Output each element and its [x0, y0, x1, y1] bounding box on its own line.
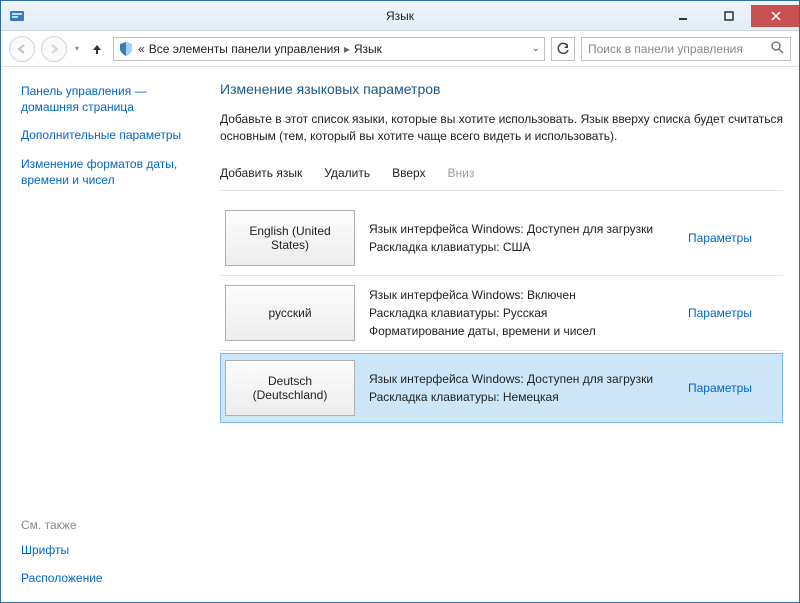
minimize-button[interactable]: [659, 5, 705, 27]
language-params-cell: Параметры: [688, 360, 778, 416]
sidebar-link-advanced[interactable]: Дополнительные параметры: [21, 127, 202, 143]
breadcrumb-item[interactable]: Язык: [354, 42, 382, 56]
language-tile[interactable]: русский: [225, 285, 355, 341]
titlebar: Язык: [1, 1, 799, 31]
language-detail-line: Раскладка клавиатуры: Немецкая: [369, 388, 688, 406]
language-list: English (United States)Язык интерфейса W…: [220, 203, 783, 423]
language-detail-line: Язык интерфейса Windows: Включен: [369, 286, 688, 304]
shield-icon: [118, 41, 134, 57]
page-description: Добавьте в этот список языки, которые вы…: [220, 111, 783, 146]
search-icon: [771, 41, 784, 57]
sidebar-link-formats[interactable]: Изменение форматов даты, времени и чисел: [21, 156, 202, 188]
language-tile[interactable]: English (United States): [225, 210, 355, 266]
up-button[interactable]: [87, 39, 107, 59]
see-also-label: См. также: [21, 518, 202, 532]
move-down-button[interactable]: Вниз: [448, 166, 475, 180]
language-row[interactable]: English (United States) Язык интерфейса W…: [220, 203, 783, 273]
search-placeholder: Поиск в панели управления: [588, 42, 771, 56]
close-button[interactable]: [751, 5, 799, 27]
body: Панель управления — домашняя страница До…: [1, 67, 799, 602]
search-input[interactable]: Поиск в панели управления: [581, 37, 791, 61]
language-detail-line: Форматирование даты, времени и чисел: [369, 322, 688, 340]
chevron-right-icon: ▸: [340, 42, 354, 56]
breadcrumb-prefix: «: [138, 42, 145, 56]
nav-toolbar: ▾ « Все элементы панели управления ▸ Язы…: [1, 31, 799, 67]
refresh-icon: [556, 42, 570, 56]
window-buttons: [659, 5, 799, 27]
language-details: Язык интерфейса Windows: ВключенРаскладк…: [369, 285, 688, 341]
language-detail-line: Раскладка клавиатуры: Русская: [369, 304, 688, 322]
language-params-link[interactable]: Параметры: [688, 306, 752, 320]
control-panel-icon: [9, 8, 25, 24]
language-params-link[interactable]: Параметры: [688, 381, 752, 395]
arrow-left-icon: [16, 43, 28, 55]
sidebar: Панель управления — домашняя страница До…: [1, 67, 216, 602]
main-content: Изменение языковых параметров Добавьте в…: [216, 67, 799, 602]
maximize-button[interactable]: [705, 5, 751, 27]
arrow-right-icon: [48, 43, 60, 55]
address-dropdown-icon[interactable]: ⌄: [532, 43, 540, 54]
window: Язык ▾ « Все элементы пан: [0, 0, 800, 603]
language-detail-line: Раскладка клавиатуры: США: [369, 238, 688, 256]
language-row[interactable]: Deutsch (Deutschland) Язык интерфейса Win…: [220, 353, 783, 423]
remove-language-button[interactable]: Удалить: [324, 166, 370, 180]
arrow-up-icon: [90, 42, 104, 56]
close-icon: [771, 11, 781, 21]
sidebar-also-location[interactable]: Расположение: [21, 570, 202, 586]
language-row[interactable]: русскийЯзык интерфейса Windows: ВключенР…: [220, 278, 783, 348]
address-bar[interactable]: « Все элементы панели управления ▸ Язык …: [113, 37, 545, 61]
language-details: Язык интерфейса Windows: Доступен для за…: [369, 210, 688, 266]
language-params-cell: Параметры: [688, 285, 778, 341]
language-details: Язык интерфейса Windows: Доступен для за…: [369, 360, 688, 416]
language-params-link[interactable]: Параметры: [688, 231, 752, 245]
page-heading: Изменение языковых параметров: [220, 81, 783, 97]
window-title: Язык: [386, 9, 414, 23]
minimize-icon: [678, 11, 688, 21]
history-dropdown[interactable]: ▾: [73, 44, 81, 53]
row-divider: [220, 350, 783, 351]
add-language-button[interactable]: Добавить язык: [220, 166, 302, 180]
language-detail-line: Язык интерфейса Windows: Доступен для за…: [369, 220, 688, 238]
sidebar-link-home[interactable]: Панель управления — домашняя страница: [21, 83, 202, 115]
breadcrumb-item[interactable]: Все элементы панели управления: [149, 42, 340, 56]
sidebar-also-fonts[interactable]: Шрифты: [21, 542, 202, 558]
row-divider: [220, 275, 783, 276]
forward-button[interactable]: [41, 36, 67, 62]
move-up-button[interactable]: Вверх: [392, 166, 425, 180]
language-params-cell: Параметры: [688, 210, 778, 266]
language-toolbar: Добавить язык Удалить Вверх Вниз: [220, 160, 783, 191]
language-detail-line: Язык интерфейса Windows: Доступен для за…: [369, 370, 688, 388]
maximize-icon: [724, 11, 734, 21]
language-tile[interactable]: Deutsch (Deutschland): [225, 360, 355, 416]
refresh-button[interactable]: [551, 37, 575, 61]
back-button[interactable]: [9, 36, 35, 62]
